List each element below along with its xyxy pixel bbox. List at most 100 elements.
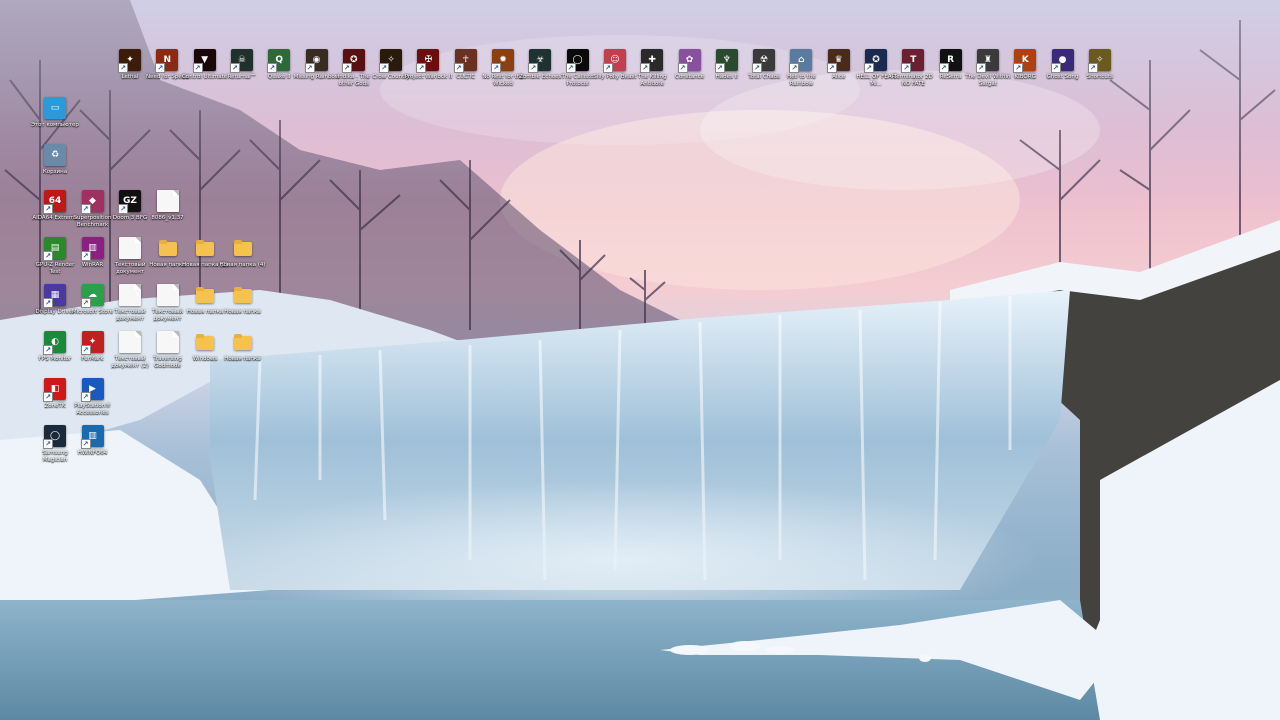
text-file-icon: [156, 190, 179, 212]
returnal-game-glyph: ☠: [237, 55, 246, 65]
desktop-icon-rainbow-game[interactable]: ⌂Hell to the Rainbow: [780, 49, 822, 88]
desktop-icon-antidote-game[interactable]: ✚The Killing Antidote: [631, 49, 673, 88]
warlock-game-glyph: ✠: [424, 55, 433, 65]
gpuz-icon: ▤: [43, 237, 66, 261]
winrar-glyph: ▥: [88, 243, 97, 253]
aida64-glyph: 64: [48, 196, 62, 206]
desktop-icon-gpuz[interactable]: ▤GPU-Z Render Test: [34, 237, 76, 276]
hwinfo-glyph: ▥: [88, 431, 97, 441]
nfs-game-icon: N: [155, 49, 179, 73]
hwinfo-icon: ▥: [80, 425, 104, 449]
desktop-icon-superposition[interactable]: ◆Superposition Benchmark: [72, 190, 114, 229]
desktop-icon-folder[interactable]: Новая папка: [222, 331, 264, 363]
fire-game-glyph: ✦: [126, 55, 134, 65]
desktop-icon-terminator-game[interactable]: TTerminator 2D NO FATE: [892, 49, 934, 88]
desktop-icon-godmode-file[interactable]: Traversing Godmode: [147, 331, 189, 370]
rainbow-game-glyph: ⌂: [798, 55, 805, 65]
computer-glyph: ▭: [50, 103, 60, 113]
alice-game-icon: ♛: [826, 49, 850, 73]
warlock-game-icon: ✠: [416, 49, 440, 73]
constance-game-icon: ✿: [677, 49, 701, 73]
callisto-game-icon: ◯: [565, 49, 589, 73]
zone-tk-icon: ◧: [43, 378, 66, 402]
aida64-icon: 64: [43, 190, 66, 214]
polly-game-icon: ☺: [602, 49, 626, 73]
desktop-icon-computer[interactable]: ▭ Этот компьютер: [31, 97, 79, 129]
desktop-icon-label: Новая папка: [224, 356, 261, 362]
desktop-icon-hwinfo[interactable]: ▥ HWiNFO64: [72, 425, 114, 457]
zombie-game-glyph: ☣: [536, 55, 545, 65]
chaos-game-glyph: ☢: [760, 55, 769, 65]
polly-game-glyph: ☺: [610, 55, 620, 65]
fps-monitor-icon: ◐: [43, 331, 66, 355]
devil-game-glyph: ♜: [983, 55, 992, 65]
missing-game-glyph: ◉: [312, 55, 321, 65]
chat-bubble-glyph: ☁: [88, 290, 97, 300]
desktop-icon-norest-game[interactable]: ✹No Rest for the Wicked: [482, 49, 524, 88]
nfs-game-glyph: N: [163, 55, 172, 65]
kiborg-game-icon: K: [1013, 49, 1037, 73]
indika-game-glyph: ✪: [350, 55, 358, 65]
folder-icon: [157, 237, 179, 259]
alice-game-glyph: ♛: [834, 55, 843, 65]
desktop-icon-recycle-bin[interactable]: ♻ Корзина: [34, 144, 76, 176]
quake-game-icon: Q: [267, 49, 291, 73]
desktop-icon-label: Этот компьютер: [31, 122, 79, 128]
winrar-icon: ▥: [80, 237, 104, 261]
rainbow-game-icon: ⌂: [789, 49, 813, 73]
text-document-icon: [119, 237, 141, 259]
norest-game-glyph: ✹: [499, 55, 507, 65]
desktop-icon-label: 8086_v1.37: [151, 215, 184, 221]
devil-game-icon: ♜: [975, 49, 999, 73]
returnal-game-icon: ☠: [229, 49, 253, 73]
antidote-game-glyph: ✚: [648, 55, 656, 65]
hellfear-game-icon: ✪: [864, 49, 887, 73]
ghostsong-game-glyph: ●: [1058, 55, 1067, 65]
folder-icon: [232, 237, 254, 259]
desktop-icon-callisto-game[interactable]: ◯The Callisto Protocol: [557, 49, 599, 88]
control-game-glyph: ▼: [201, 55, 209, 65]
cultic-game-icon: ☥: [453, 49, 477, 73]
playstation-glyph: ▶: [89, 384, 96, 394]
gz-doom-icon: GZ: [118, 190, 141, 214]
desktop-icon-devil-game[interactable]: ♜The Devil Within Satgat: [965, 49, 1010, 88]
kiborg-game-glyph: K: [1021, 55, 1029, 65]
desktop-icon-label: Новая папка: [224, 309, 261, 315]
hellfear-game-glyph: ✪: [872, 55, 880, 65]
desktop-icon-samsung-magician[interactable]: ◯Samsung Magician: [34, 425, 76, 464]
recycle-bin-icon: ♻: [44, 144, 66, 166]
recycle-bin-glyph: ♻: [50, 150, 60, 160]
desktop-icon-label: HWiNFO64: [77, 450, 108, 456]
desktop-icon-label: Корзина: [42, 169, 68, 175]
gpuz-glyph: ▤: [50, 243, 60, 253]
samsung-magician-glyph: ◯: [49, 431, 61, 441]
resetra-game-icon: R: [938, 49, 962, 73]
desktop-icon-folder[interactable]: Новая папка: [222, 284, 264, 316]
shortcut-star-glyph: ✧: [1096, 55, 1104, 65]
zone-tk-glyph: ◧: [50, 384, 60, 394]
fire-game-icon: ✦: [118, 49, 141, 73]
indika-game-icon: ✪: [341, 49, 365, 73]
missing-game-icon: ◉: [304, 49, 328, 73]
desktop-icon-shortcut-star[interactable]: ✧ Shortcuts: [1079, 49, 1121, 81]
hades-game-icon: ♆: [714, 49, 738, 73]
chat-bubble-icon: ☁: [80, 284, 104, 308]
desktop-icon-playstation[interactable]: ▶ PlayStation® Accessories: [72, 378, 114, 417]
fps-monitor-glyph: ◐: [51, 337, 59, 347]
desktop-icon-label: PlayStation® Accessories: [74, 403, 111, 416]
folder-icon: [194, 331, 216, 353]
ghostsong-game-icon: ●: [1050, 49, 1074, 73]
text-document-icon: [119, 331, 141, 353]
zombie-game-icon: ☣: [528, 49, 552, 73]
folder-icon: [194, 237, 216, 259]
desktop-icon-indika-game[interactable]: ✪Indika - The other Gods: [333, 49, 375, 88]
display-driver-glyph: ▦: [50, 290, 60, 300]
desktop-icon-label: Новая папка (4): [219, 262, 266, 268]
constance-game-glyph: ✿: [685, 55, 694, 65]
desktop-icon-text-document[interactable]: Текстовый документ: [109, 237, 151, 276]
desktop-icon-folder[interactable]: Новая папка (4): [219, 237, 266, 269]
callisto-game-glyph: ◯: [572, 55, 583, 65]
desktop-icon-text-file[interactable]: 8086_v1.37: [147, 190, 189, 222]
folder-icon: [232, 331, 254, 353]
desktop-icon-text-document[interactable]: Текстовый документ: [147, 284, 189, 323]
